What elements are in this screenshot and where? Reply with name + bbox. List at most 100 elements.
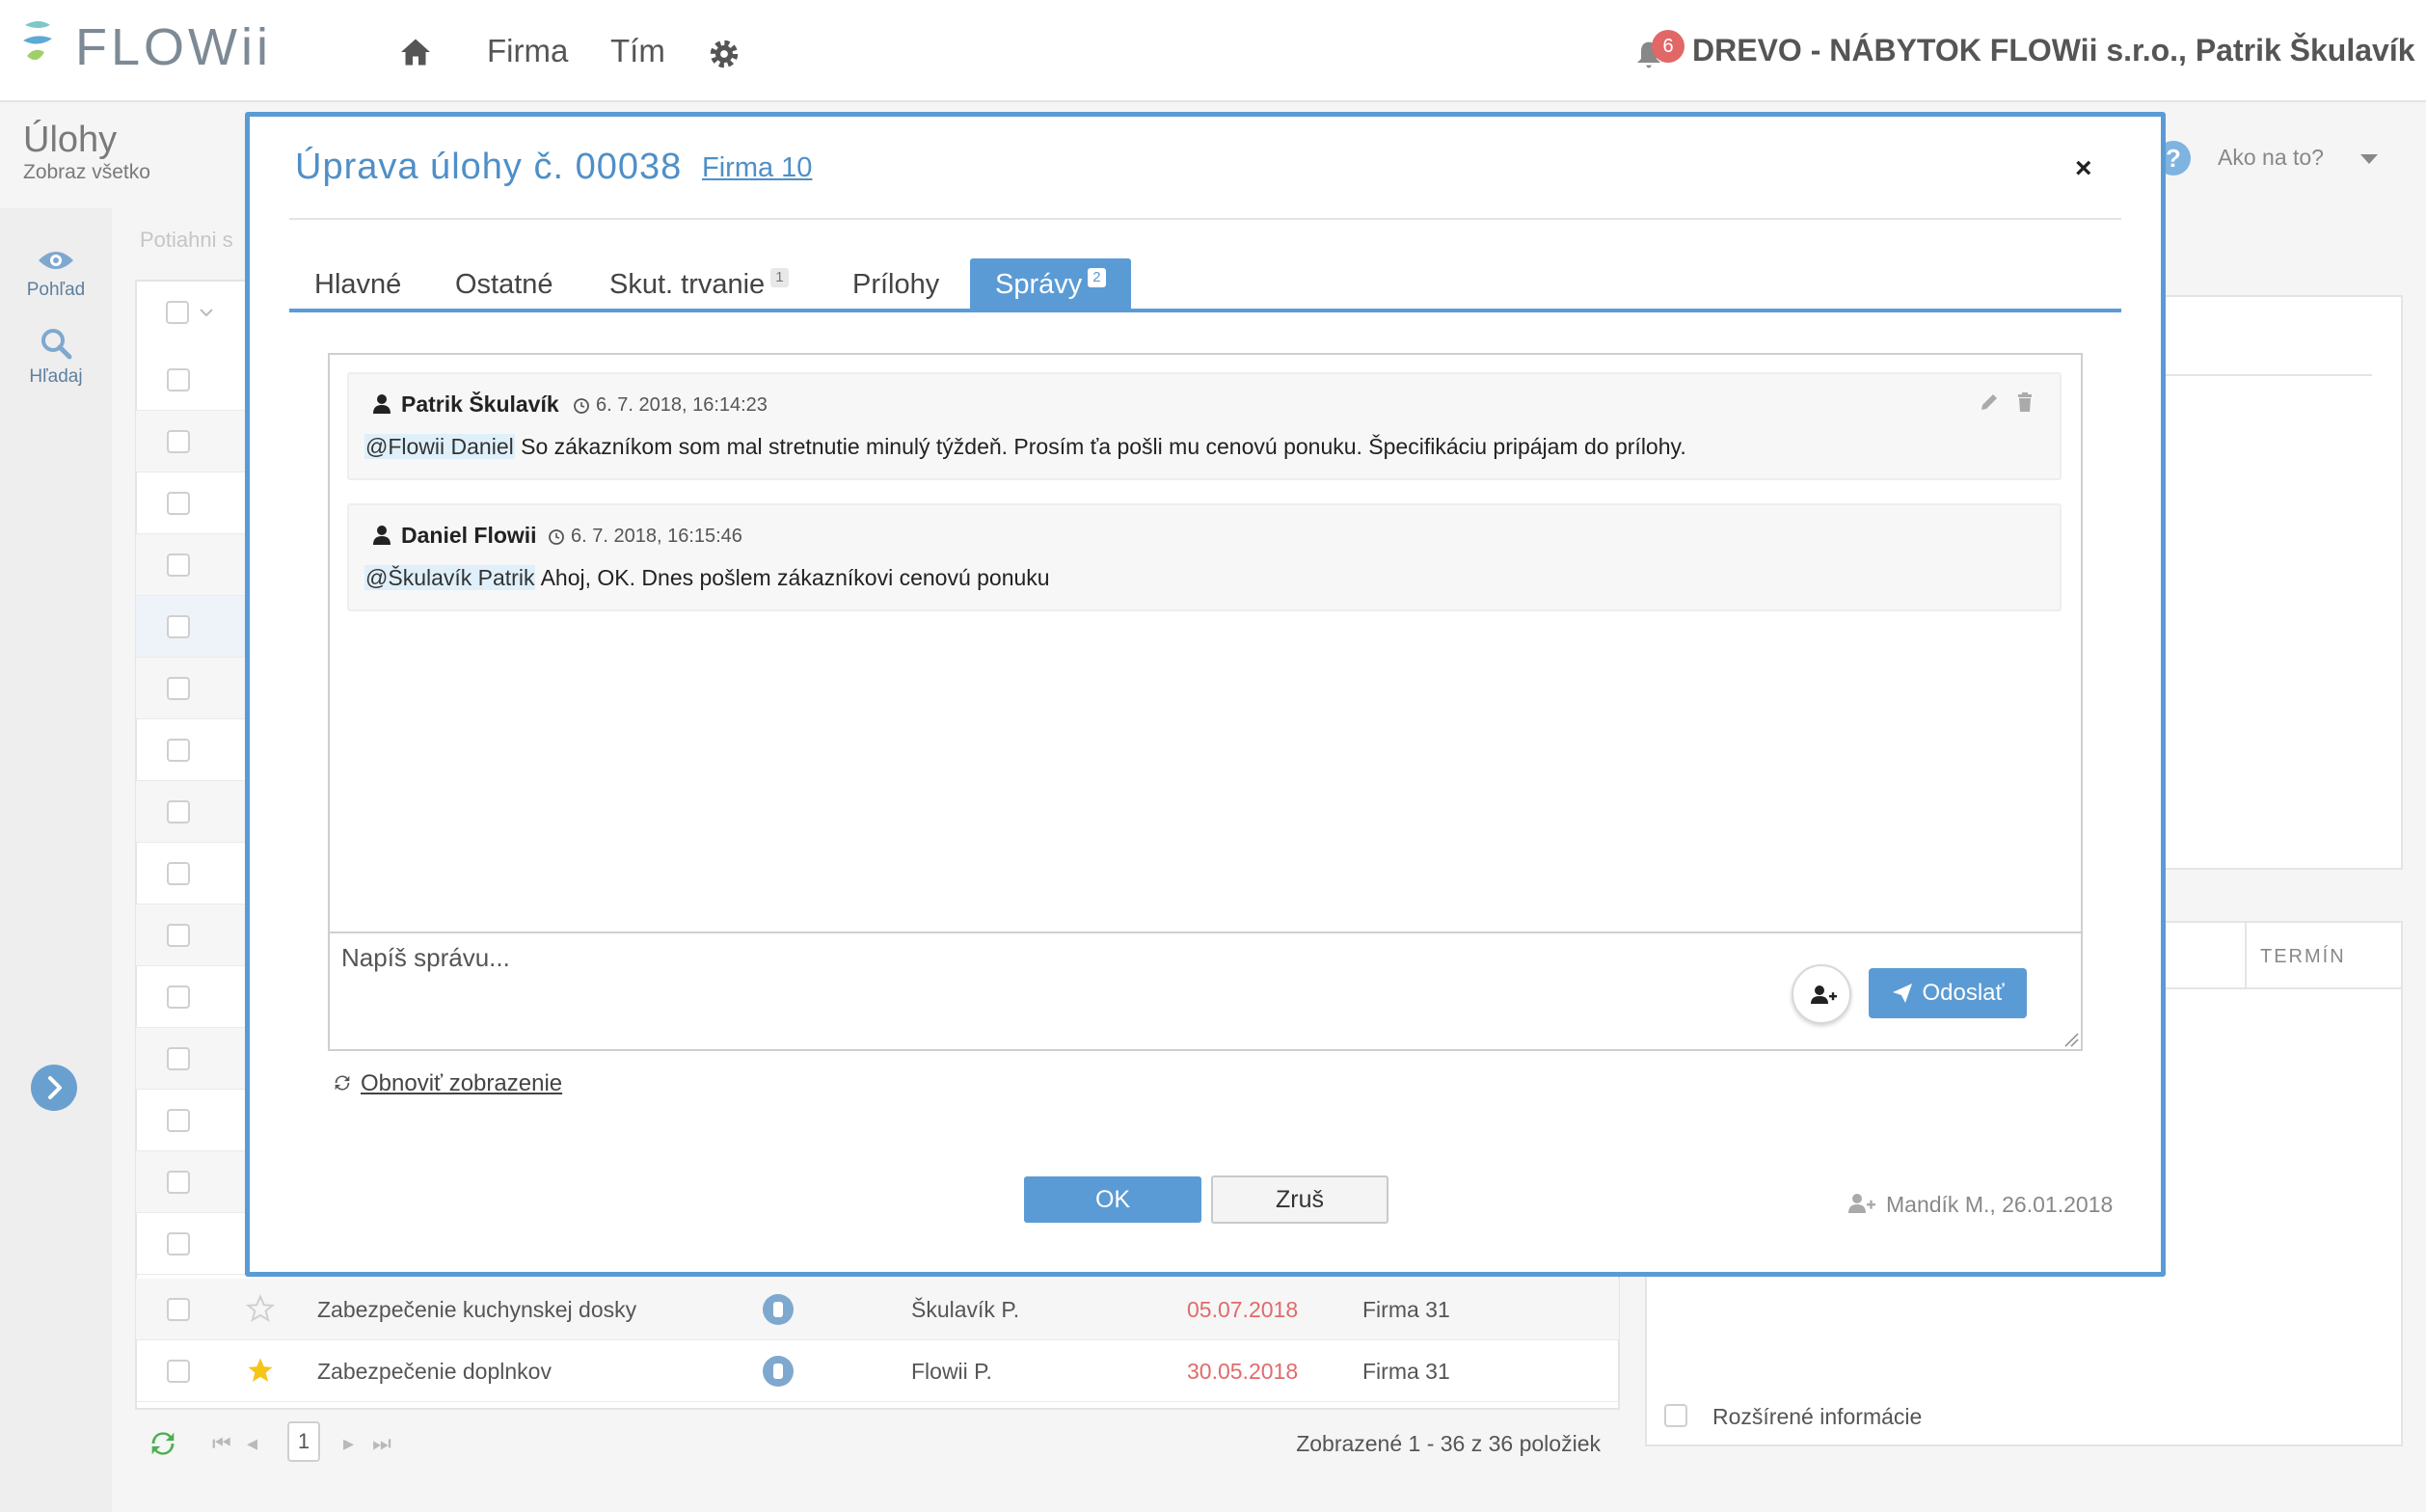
tab-hlavne[interactable]: Hlavné (289, 258, 426, 310)
prev-page-icon[interactable]: ◂ (247, 1431, 257, 1456)
brand-name: FLOWii (75, 18, 272, 76)
refresh-icon[interactable] (147, 1427, 179, 1460)
star-outline-icon[interactable] (246, 1294, 275, 1323)
nav-tim[interactable]: Tím (610, 33, 665, 69)
row-checkbox[interactable] (167, 1360, 190, 1383)
row-checkbox[interactable] (167, 862, 190, 885)
left-rail: Pohľad Hľadaj (0, 208, 112, 1512)
clock-icon (549, 529, 564, 545)
chevron-down-icon[interactable] (199, 307, 214, 318)
row-checkbox[interactable] (167, 677, 190, 700)
task-name[interactable]: Zabezpečenie kuchynskej dosky (317, 1297, 636, 1323)
modal-title: Úprava úlohy č. 00038 (295, 147, 683, 187)
table-row[interactable]: Zabezpečenie doplnkov Flowii P. 30.05.20… (136, 1340, 1619, 1402)
notification-badge[interactable]: 6 (1652, 30, 1685, 63)
row-checkbox[interactable] (167, 492, 190, 515)
created-by: Mandík M., 26.01.2018 (1847, 1192, 2113, 1218)
ok-button[interactable]: OK (1024, 1176, 1201, 1223)
row-checkbox[interactable] (167, 739, 190, 762)
first-page-icon[interactable]: ⏮ (212, 1431, 231, 1456)
row-checkbox[interactable] (167, 800, 190, 824)
task-assignee: Flowii P. (911, 1359, 992, 1384)
row-checkbox[interactable] (167, 430, 190, 453)
firm-link[interactable]: Firma 10 (702, 152, 812, 184)
flowii-logo-icon (23, 21, 52, 61)
row-checkbox[interactable] (167, 1171, 190, 1194)
next-page-icon[interactable]: ▸ (343, 1431, 354, 1456)
status-icon (763, 1294, 794, 1325)
row-checkbox[interactable] (167, 1232, 190, 1256)
rail-view-button[interactable]: Pohľad (0, 247, 112, 301)
tab-count-badge: 1 (770, 268, 789, 287)
task-deadline: 30.05.2018 (1187, 1359, 1299, 1384)
detail-panel (2156, 295, 2403, 870)
rail-search-button[interactable]: Hľadaj (0, 326, 112, 388)
gear-icon[interactable] (707, 37, 741, 71)
chevron-right-icon (48, 1076, 62, 1099)
close-icon[interactable]: × (2075, 152, 2092, 185)
eye-icon (39, 252, 73, 269)
rail-search-label: Hľadaj (29, 366, 83, 387)
tab-ostatne[interactable]: Ostatné (430, 258, 579, 310)
home-icon[interactable] (398, 35, 433, 69)
tab-label: Prílohy (852, 269, 940, 300)
message-time: 6. 7. 2018, 16:14:23 (596, 394, 768, 416)
table-row[interactable]: Zabezpečenie kuchynskej dosky Škulavík P… (136, 1279, 1619, 1340)
current-page[interactable]: 1 (287, 1421, 320, 1462)
mention[interactable]: @Škulavík Patrik (364, 565, 536, 590)
top-header: FLOWii Firma Tím 6 DREVO - NÁBYTOK FLOWi… (0, 0, 2426, 102)
row-checkbox[interactable] (167, 368, 190, 392)
row-checkbox[interactable] (167, 1298, 190, 1321)
tab-label: Hlavné (314, 269, 402, 300)
pager-info: Zobrazené 1 - 36 z 36 položiek (1296, 1431, 1601, 1456)
message-text: @Škulavík Patrik Ahoj, OK. Dnes pošlem z… (364, 565, 1050, 591)
tab-spravy[interactable]: Správy 2 (970, 258, 1131, 310)
refresh-view-link[interactable]: Obnoviť zobrazenie (332, 1070, 562, 1097)
extended-info-label[interactable]: Rozšírené informácie (1712, 1404, 1922, 1430)
nav-firma[interactable]: Firma (487, 33, 568, 69)
row-checkbox[interactable] (167, 1109, 190, 1132)
caret-down-icon[interactable] (2360, 154, 2378, 164)
message-input[interactable] (339, 941, 1689, 999)
tab-label: Správy (995, 269, 1083, 300)
pencil-icon[interactable] (1979, 392, 2000, 413)
send-button[interactable]: Odoslať (1869, 968, 2027, 1018)
task-assignee: Škulavík P. (911, 1297, 1020, 1322)
extended-info-checkbox[interactable] (1664, 1404, 1687, 1427)
row-checkbox[interactable] (167, 924, 190, 947)
last-page-icon[interactable]: ⏭ (372, 1431, 391, 1456)
task-deadline: 05.07.2018 (1187, 1297, 1299, 1322)
tab-skut-trvanie[interactable]: Skut. trvanie 1 (584, 258, 814, 310)
expand-panel-button[interactable] (31, 1065, 77, 1111)
howto-label[interactable]: Ako na to? (2218, 145, 2324, 171)
row-checkbox[interactable] (167, 554, 190, 577)
task-firm: Firma 31 (1362, 1297, 1450, 1322)
message-text: @Flowii Daniel So zákazníkom som mal str… (364, 434, 1686, 460)
row-checkbox[interactable] (167, 615, 190, 638)
page-title: Úlohy (23, 120, 118, 160)
star-filled-icon[interactable] (246, 1356, 275, 1385)
user-icon (373, 394, 391, 414)
row-checkbox[interactable] (167, 986, 190, 1009)
trash-icon[interactable] (2015, 392, 2035, 413)
select-all-checkbox[interactable] (166, 301, 189, 324)
task-name[interactable]: Zabezpečenie doplnkov (317, 1359, 552, 1385)
message-author: Patrik Škulavík (401, 392, 559, 417)
add-user-icon (1811, 986, 1837, 1004)
divider (2156, 987, 2403, 989)
task-firm: Firma 31 (1362, 1359, 1450, 1384)
row-checkbox[interactable] (167, 1047, 190, 1070)
column-header-termin[interactable]: TERMÍN (2260, 946, 2346, 968)
page-subtitle[interactable]: Zobraz všetko (23, 161, 150, 184)
company-user-label[interactable]: DREVO - NÁBYTOK FLOWii s.r.o., Patrik Šk… (1692, 33, 2415, 68)
tab-prilohy[interactable]: Prílohy (827, 258, 964, 310)
cancel-button[interactable]: Zruš (1211, 1175, 1388, 1224)
mention-user-button[interactable] (1792, 964, 1851, 1024)
mention[interactable]: @Flowii Daniel (364, 434, 515, 459)
message-item: Patrik Škulavík 6. 7. 2018, 16:14:23 @Fl… (347, 372, 2062, 480)
flowii-logo[interactable]: FLOWii (21, 14, 272, 81)
divider (2156, 374, 2372, 376)
tab-underline (289, 309, 2121, 312)
resize-handle-icon[interactable] (2063, 1032, 2079, 1047)
tab-count-badge: 2 (1088, 268, 1106, 287)
